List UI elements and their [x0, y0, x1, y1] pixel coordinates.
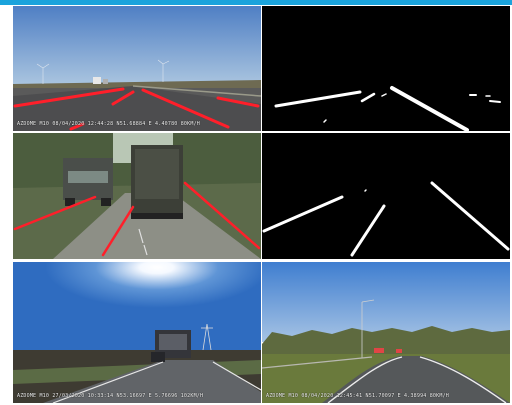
sun-road-image: AZDOME M10 27/03/2020 10:33:14 N53.16697… — [13, 262, 261, 403]
accent-bar — [0, 0, 512, 5]
sun-road-overlay: AZDOME M10 27/03/2020 10:33:14 N53.16697… — [17, 393, 204, 399]
highway-overlay: AZDOME M10 08/04/2020 12:44:28 N51.68884… — [17, 121, 200, 127]
highway-original-image: AZDOME M10 08/04/2020 12:44:28 N51.68884… — [13, 6, 261, 131]
highway-lane-mask — [262, 6, 510, 131]
trucks-original-image — [13, 133, 261, 259]
curve-road-overlay: AZDOME M10 08/04/2020 12:45:41 N51.70097… — [266, 393, 449, 399]
curve-road-image: AZDOME M10 08/04/2020 12:45:41 N51.70097… — [262, 262, 510, 403]
trucks-lane-mask — [262, 133, 510, 259]
